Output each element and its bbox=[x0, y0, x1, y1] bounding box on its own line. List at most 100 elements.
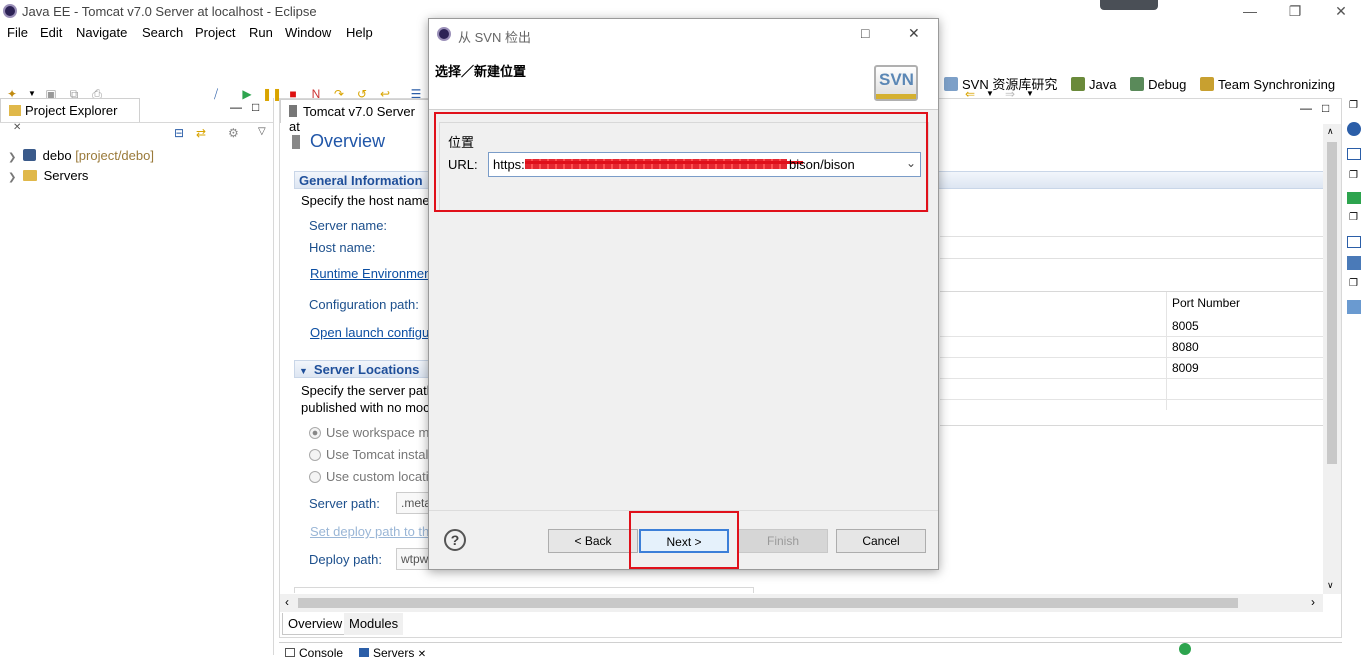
menu-window[interactable]: Window bbox=[285, 25, 331, 40]
overview-title: Overview bbox=[310, 131, 386, 151]
workspace-radio[interactable]: Use workspace m bbox=[309, 425, 429, 440]
perspective-team-sync[interactable]: Team Synchronizing bbox=[1200, 77, 1335, 92]
server-overview-icon bbox=[292, 135, 300, 149]
table-row bbox=[940, 379, 1324, 400]
help-icon[interactable]: ? bbox=[444, 529, 466, 551]
tab-overview[interactable]: Overview bbox=[282, 613, 349, 635]
link-editor-icon[interactable]: ⇄ bbox=[196, 126, 206, 140]
table-row[interactable]: 8080 bbox=[940, 337, 1324, 358]
back-button[interactable]: < Back bbox=[548, 529, 638, 553]
radio-selected-icon bbox=[309, 427, 321, 439]
host-name-field[interactable] bbox=[940, 237, 1324, 259]
menu-file[interactable]: File bbox=[7, 25, 28, 40]
menu-edit[interactable]: Edit bbox=[40, 25, 62, 40]
deploy-path-label: Deploy path: bbox=[309, 552, 382, 567]
tab-console[interactable]: Console bbox=[285, 645, 343, 657]
scroll-down-icon[interactable]: ∨ bbox=[1327, 580, 1334, 591]
perspective-svn[interactable]: SVN 资源库研究 bbox=[944, 77, 1057, 92]
tab-modules[interactable]: Modules bbox=[344, 613, 404, 635]
svn-logo-text: SVN bbox=[879, 70, 914, 89]
svn-logo-bar bbox=[876, 94, 916, 99]
filters-icon[interactable]: ⚙ bbox=[228, 126, 239, 140]
scroll-thumb[interactable] bbox=[1327, 142, 1337, 464]
table-row[interactable]: 8005 bbox=[940, 316, 1324, 337]
set-deploy-path-link[interactable]: Set deploy path to th bbox=[310, 524, 430, 539]
minimize-editor-icon[interactable]: — bbox=[1300, 101, 1312, 115]
server-name-field[interactable] bbox=[940, 215, 1324, 237]
project-icon bbox=[23, 149, 37, 161]
dialog-close-icon[interactable]: ✕ bbox=[908, 25, 920, 42]
dialog-header-title: 选择／新建位置 bbox=[435, 64, 527, 79]
table-row[interactable]: 8009 bbox=[940, 358, 1324, 379]
close-tab-icon[interactable]: ✕ bbox=[418, 649, 426, 657]
debug-icon bbox=[1130, 77, 1145, 91]
help-trim-icon[interactable] bbox=[1347, 122, 1361, 136]
scroll-right-icon[interactable]: › bbox=[1311, 595, 1315, 609]
perspective-debug[interactable]: Debug bbox=[1130, 77, 1186, 92]
server-name-label: Server name: bbox=[309, 218, 388, 233]
horizontal-scrollbar[interactable]: ‹ › bbox=[280, 594, 1323, 612]
expand-icon[interactable]: ❯ bbox=[8, 172, 16, 183]
tomcat-install-radio[interactable]: Use Tomcat install bbox=[309, 447, 431, 462]
menu-project[interactable]: Project bbox=[195, 25, 235, 40]
minimize-view-icon[interactable]: — bbox=[230, 100, 242, 114]
restore-trim-icon[interactable]: ❐ bbox=[1349, 170, 1358, 181]
collapse-all-icon[interactable]: ⊟ bbox=[174, 126, 184, 140]
project-explorer-tab[interactable]: Project Explorer ✕ bbox=[0, 98, 140, 133]
expand-icon[interactable]: ❯ bbox=[8, 152, 16, 163]
server-icon bbox=[289, 105, 297, 117]
servers-icon bbox=[359, 648, 369, 657]
perspective-java[interactable]: Java bbox=[1070, 77, 1116, 92]
custom-location-radio[interactable]: Use custom locatio bbox=[309, 469, 436, 484]
close-icon[interactable]: ✕ bbox=[1331, 2, 1351, 20]
dialog-title-icon bbox=[437, 27, 451, 41]
restore-trim-icon[interactable]: ❐ bbox=[1349, 278, 1358, 289]
view-menu-icon[interactable]: ▽ bbox=[258, 126, 266, 137]
tree-trim-icon[interactable] bbox=[1347, 256, 1361, 270]
maximize-editor-icon[interactable]: □ bbox=[1322, 101, 1329, 115]
scroll-up-icon[interactable]: ∧ bbox=[1327, 126, 1334, 137]
tab-servers[interactable]: Servers ✕ bbox=[359, 645, 426, 657]
server-locations-desc-2: published with no moc bbox=[301, 400, 430, 415]
menu-run[interactable]: Run bbox=[249, 25, 273, 40]
finish-button[interactable]: Finish bbox=[738, 529, 828, 553]
menu-search[interactable]: Search bbox=[142, 25, 183, 40]
server-path-label: Server path: bbox=[309, 496, 380, 511]
tree-item-debo[interactable]: ❯ debo [project/debo] bbox=[8, 148, 268, 168]
open-launch-config-link[interactable]: Open launch configu bbox=[310, 325, 429, 340]
window-trim-icon[interactable] bbox=[1347, 236, 1361, 248]
radio-icon bbox=[309, 471, 321, 483]
svn-checkout-dialog: 从 SVN 检出 □ ✕ 选择／新建位置 SVN 位置 URL: https: … bbox=[428, 18, 939, 570]
java-icon bbox=[1070, 77, 1085, 91]
h-scroll-thumb[interactable] bbox=[298, 598, 1238, 608]
explorer-toolbar: ⊟ ⇄ ⚙ ▽ bbox=[0, 122, 274, 144]
url-highlight-box bbox=[434, 112, 928, 212]
dialog-maximize-icon[interactable]: □ bbox=[861, 25, 869, 41]
right-trim-bar: ❐ ❐ ❐ ❐ bbox=[1344, 98, 1365, 328]
section-bottom-border bbox=[294, 587, 754, 593]
maximize-view-icon[interactable]: □ bbox=[252, 100, 259, 114]
collapse-section-icon[interactable]: ▼ bbox=[299, 366, 308, 376]
menu-navigate[interactable]: Navigate bbox=[76, 25, 127, 40]
project-explorer-view: Project Explorer ✕ — □ ⊟ ⇄ ⚙ ▽ ❯ debo [p… bbox=[0, 98, 274, 655]
data-trim-icon[interactable] bbox=[1347, 300, 1361, 314]
eclipse-logo-icon bbox=[3, 4, 17, 18]
port-number-header[interactable]: Port Number bbox=[1172, 296, 1240, 310]
scroll-left-icon[interactable]: ‹ bbox=[285, 595, 289, 609]
minimize-icon[interactable]: — bbox=[1240, 2, 1260, 20]
runtime-environment-link[interactable]: Runtime Environmen bbox=[310, 266, 431, 281]
tree-item-servers[interactable]: ❯ Servers bbox=[8, 168, 268, 188]
cancel-button[interactable]: Cancel bbox=[836, 529, 926, 553]
editor-tab[interactable]: Tomcat v7.0 Server at bbox=[280, 99, 430, 134]
server-start-icon[interactable] bbox=[1179, 643, 1191, 655]
perspective-bar: SVN 资源库研究 Java Debug Team Synchronizing bbox=[944, 74, 1344, 94]
add-trim-icon[interactable] bbox=[1347, 192, 1361, 204]
restore-icon[interactable]: ❐ bbox=[1285, 2, 1305, 20]
outline-trim-icon[interactable] bbox=[1347, 148, 1361, 160]
restore-trim-icon[interactable]: ❐ bbox=[1349, 212, 1358, 223]
bottom-view-tabs: Console Servers ✕ bbox=[279, 642, 1342, 657]
restore-trim-icon[interactable]: ❐ bbox=[1349, 100, 1358, 111]
vertical-scrollbar[interactable]: ∧ ∨ bbox=[1323, 124, 1341, 594]
folder-icon bbox=[23, 170, 38, 181]
menu-help[interactable]: Help bbox=[346, 25, 373, 40]
